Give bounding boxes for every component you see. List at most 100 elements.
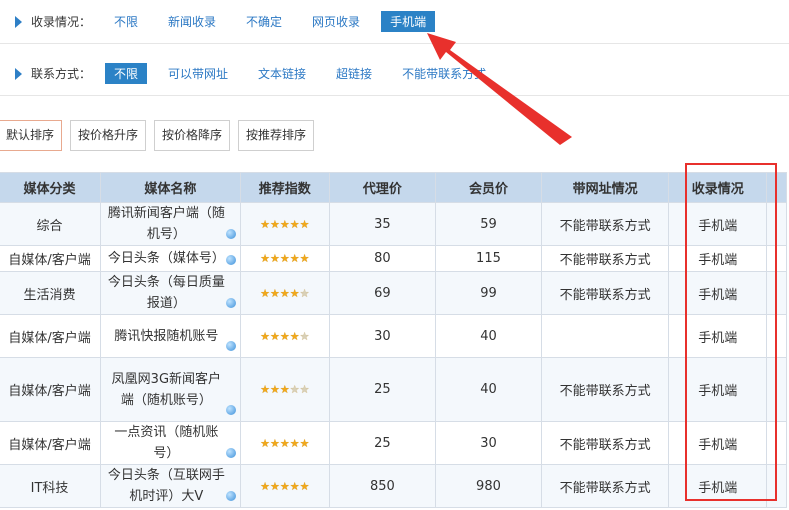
table-row[interactable]: 自媒体/客户端 凤凰网3G新闻客户端（随机账号） ★ ★ ★ ★ ★ 25 40 不能带联系方式手…	[0, 357, 787, 422]
star-icon: ★	[299, 479, 310, 493]
star-icon: ★	[260, 436, 270, 450]
header-agent-price[interactable]: 代理价	[328, 172, 436, 203]
sort-price-desc-button[interactable]: 按价格降序	[154, 120, 231, 151]
cell-inclusion: 手机端	[668, 357, 768, 422]
cell-extra	[766, 271, 787, 315]
table-row[interactable]: IT科技 今日头条（互联网手机时评）大V ★ ★ ★ ★ ★ 850 980 不能带联系方式 手机端	[0, 464, 787, 508]
star-icon: ★	[269, 217, 280, 231]
inclusion-option-mobile[interactable]: 手机端	[381, 11, 436, 32]
sort-bar: 默认排序 按价格升序 按价格降序 按推荐排序	[0, 120, 322, 151]
media-name-text[interactable]: 腾讯快报随机账号	[114, 329, 218, 344]
star-icon: ★	[269, 436, 280, 450]
star-icon: ★	[279, 286, 290, 300]
table-row[interactable]: 自媒体/客户端 腾讯快报随机账号 ★ ★ ★ ★ ★ 30 40 手机端	[0, 314, 787, 358]
cell-member-price: 40	[434, 357, 543, 422]
table-row[interactable]: 自媒体/客户端 一点资讯（随机账号） ★ ★ ★ ★ ★ 25 30 不能带联系方式 手机端	[0, 421, 787, 465]
inclusion-option-any[interactable]: 不限	[105, 11, 147, 32]
info-icon[interactable]	[225, 448, 236, 458]
header-category[interactable]: 媒体分类	[0, 172, 102, 203]
media-name-text[interactable]: 凤凰网3G新闻客户端（随机账号）	[112, 372, 221, 408]
info-icon[interactable]	[225, 298, 236, 308]
cell-member-price: 59	[434, 202, 543, 246]
star-icon: ★	[260, 479, 270, 493]
cell-url: 不能带联系方式	[541, 464, 670, 508]
contact-option-text-link[interactable]: 文本链接	[249, 63, 315, 84]
rating-stars: ★ ★ ★ ★ ★	[260, 331, 309, 342]
cell-url: 不能带联系方式	[541, 202, 670, 246]
cell-inclusion: 手机端	[668, 245, 768, 272]
star-icon: ★	[299, 329, 310, 343]
cell-name[interactable]: 今日头条（媒体号）	[100, 245, 241, 272]
cell-inclusion: 手机端	[668, 314, 768, 358]
cell-url	[541, 314, 670, 358]
star-icon: ★	[299, 383, 310, 396]
cell-inclusion: 手机端	[668, 464, 768, 508]
cell-category: 自媒体/客户端	[0, 357, 102, 422]
inclusion-option-uncertain[interactable]: 不确定	[237, 11, 291, 32]
cell-rating: ★ ★ ★ ★ ★	[239, 314, 330, 358]
media-name-text[interactable]: 一点资讯（随机账号）	[114, 425, 218, 461]
cell-inclusion: 手机端	[668, 271, 768, 315]
cell-extra	[766, 421, 787, 465]
cell-member-price: 40	[434, 314, 543, 358]
info-icon[interactable]	[225, 405, 236, 415]
info-icon[interactable]	[225, 491, 236, 501]
cell-agent-price: 25	[328, 421, 436, 465]
header-name[interactable]: 媒体名称	[100, 172, 241, 203]
filter-row-contact: 联系方式： 不限 可以带网址 文本链接 超链接 不能带联系方式	[0, 52, 789, 96]
rating-stars: ★ ★ ★ ★ ★	[260, 219, 309, 230]
cell-name[interactable]: 今日头条（每日质量报道）	[100, 271, 241, 315]
cell-extra	[766, 314, 787, 358]
header-rating[interactable]: 推荐指数	[239, 172, 330, 203]
cell-rating: ★ ★ ★ ★ ★	[239, 357, 330, 422]
contact-option-no-contact[interactable]: 不能带联系方式	[393, 63, 495, 84]
star-icon: ★	[289, 383, 300, 396]
info-icon[interactable]	[225, 229, 236, 239]
star-icon: ★	[279, 217, 290, 231]
cell-member-price: 99	[434, 271, 543, 315]
media-name-text[interactable]: 今日头条（互联网手机时评）大V	[108, 468, 225, 504]
filter-label-contact: 联系方式：	[31, 67, 92, 81]
contact-option-hyperlink[interactable]: 超链接	[327, 63, 381, 84]
rating-stars: ★ ★ ★ ★ ★	[260, 384, 309, 395]
star-icon: ★	[289, 436, 300, 450]
contact-option-url[interactable]: 可以带网址	[159, 63, 237, 84]
table-row[interactable]: 自媒体/客户端 今日头条（媒体号） ★ ★ ★ ★ ★ 80 115 不能带联系方式 手机端	[0, 245, 787, 272]
cell-member-price: 980	[434, 464, 543, 508]
cell-rating: ★ ★ ★ ★ ★	[239, 245, 330, 272]
sort-default-button[interactable]: 默认排序	[0, 120, 63, 151]
cell-extra	[766, 202, 787, 246]
cell-name[interactable]: 一点资讯（随机账号）	[100, 421, 241, 465]
star-icon: ★	[269, 329, 280, 343]
star-icon: ★	[260, 286, 270, 300]
cell-name[interactable]: 腾讯快报随机账号	[100, 314, 241, 358]
info-icon[interactable]	[225, 255, 236, 265]
cell-name[interactable]: 凤凰网3G新闻客户端（随机账号）	[100, 357, 241, 422]
cell-name[interactable]: 今日头条（互联网手机时评）大V	[100, 464, 241, 508]
media-name-text[interactable]: 腾讯新闻客户端（随机号）	[108, 206, 225, 242]
cell-member-price: 115	[434, 245, 543, 272]
inclusion-option-web[interactable]: 网页收录	[303, 11, 369, 32]
header-inclusion[interactable]: 收录情况	[668, 172, 768, 203]
star-icon: ★	[260, 252, 270, 265]
info-icon[interactable]	[225, 341, 236, 351]
star-icon: ★	[299, 436, 310, 450]
media-name-text[interactable]: 今日头条（媒体号）	[108, 251, 225, 266]
cell-agent-price: 69	[328, 271, 436, 315]
media-table: 媒体分类 媒体名称 推荐指数 代理价 会员价 带网址情况 收录情况 综合 腾讯新闻…	[0, 172, 787, 508]
cell-name[interactable]: 腾讯新闻客户端（随机号）	[100, 202, 241, 246]
header-member-price[interactable]: 会员价	[434, 172, 543, 203]
inclusion-option-news[interactable]: 新闻收录	[159, 11, 225, 32]
table-row[interactable]: 生活消费 今日头条（每日质量报道） ★ ★ ★ ★ ★ 69 99 不能带联系方式 手机端	[0, 271, 787, 315]
star-icon: ★	[299, 252, 310, 265]
contact-option-any[interactable]: 不限	[105, 63, 148, 84]
cell-rating: ★ ★ ★ ★ ★	[239, 202, 330, 246]
sort-price-asc-button[interactable]: 按价格升序	[70, 120, 147, 151]
table-header-row: 媒体分类 媒体名称 推荐指数 代理价 会员价 带网址情况 收录情况	[0, 172, 787, 203]
cell-url: 不能带联系方式	[541, 357, 670, 422]
header-url[interactable]: 带网址情况	[541, 172, 670, 203]
star-icon: ★	[269, 252, 280, 265]
media-name-text[interactable]: 今日头条（每日质量报道）	[108, 275, 225, 311]
table-row[interactable]: 综合 腾讯新闻客户端（随机号） ★ ★ ★ ★ ★ 35 59 不能带联系方式 手机端	[0, 202, 787, 246]
sort-recommend-button[interactable]: 按推荐排序	[238, 120, 315, 151]
